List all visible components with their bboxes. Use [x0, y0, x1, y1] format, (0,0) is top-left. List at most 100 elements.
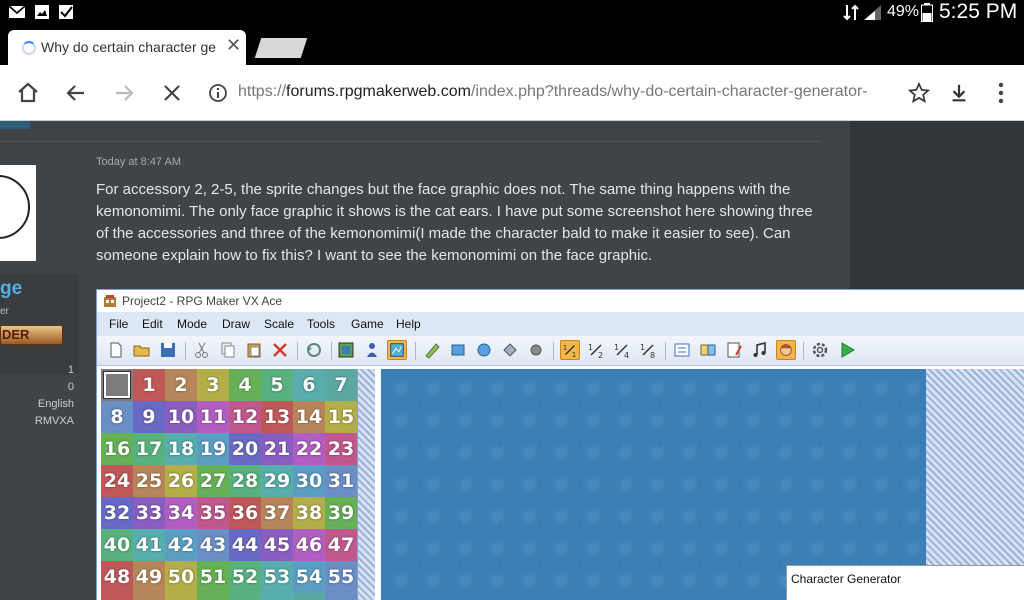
tile[interactable]: 50 — [165, 561, 197, 593]
tile[interactable]: 7 — [325, 369, 357, 401]
tile[interactable]: 41 — [133, 529, 165, 561]
tile[interactable]: 52 — [229, 561, 261, 593]
menu-dots-icon[interactable] — [990, 81, 1012, 105]
new-tab-button[interactable] — [254, 38, 308, 58]
tile[interactable]: 21 — [261, 433, 293, 465]
tile[interactable]: 47 — [325, 529, 357, 561]
fill-tool-icon[interactable] — [500, 340, 520, 360]
tile[interactable]: 33 — [133, 497, 165, 529]
tile[interactable]: 19 — [197, 433, 229, 465]
tile[interactable]: 48 — [101, 561, 133, 593]
tile[interactable]: 23 — [325, 433, 357, 465]
tile[interactable]: 13 — [261, 401, 293, 433]
tile[interactable]: 44 — [229, 529, 261, 561]
tile[interactable] — [101, 593, 133, 600]
tile[interactable]: 4 — [229, 369, 261, 401]
menu-help[interactable]: Help — [396, 317, 421, 331]
tile[interactable]: 10 — [165, 401, 197, 433]
tile[interactable]: 45 — [261, 529, 293, 561]
tile[interactable]: 32 — [101, 497, 133, 529]
tile[interactable] — [165, 593, 197, 600]
post-timestamp[interactable]: Today at 8:47 AM — [96, 156, 181, 168]
pencil-tool-icon[interactable] — [422, 340, 442, 360]
delete-icon[interactable] — [270, 340, 290, 360]
playtest-icon[interactable] — [837, 340, 857, 360]
address-bar[interactable]: https://forums.rpgmakerweb.com/index.php… — [198, 74, 978, 112]
tile[interactable]: 25 — [133, 465, 165, 497]
character-generator-icon[interactable] — [776, 340, 796, 360]
tile[interactable] — [229, 593, 261, 600]
tile[interactable]: 12 — [229, 401, 261, 433]
zoom-1-1-icon[interactable]: 11 — [560, 340, 580, 360]
tile[interactable]: 43 — [197, 529, 229, 561]
tile[interactable]: 27 — [197, 465, 229, 497]
tile[interactable]: 11 — [197, 401, 229, 433]
options-gear-icon[interactable] — [810, 340, 830, 360]
tileset-palette[interactable]: 1 2 3 4 5 6 7 8 9 10 11 12 13 14 15 16 17 18 19 20 21 22 23 24 2… — [101, 369, 357, 600]
rectangle-tool-icon[interactable] — [448, 340, 468, 360]
bookmark-star-icon[interactable] — [908, 82, 930, 104]
tile[interactable]: 51 — [197, 561, 229, 593]
tile[interactable]: 6 — [293, 369, 325, 401]
tile[interactable]: 5 — [261, 369, 293, 401]
copy-icon[interactable] — [218, 340, 238, 360]
ellipse-tool-icon[interactable] — [474, 340, 494, 360]
undo-icon[interactable] — [304, 340, 324, 360]
tile[interactable] — [325, 593, 357, 600]
tile[interactable]: 18 — [165, 433, 197, 465]
tile[interactable]: 22 — [293, 433, 325, 465]
tile[interactable]: 9 — [133, 401, 165, 433]
map-layer-icon[interactable] — [336, 340, 356, 360]
tile[interactable] — [261, 593, 293, 600]
new-project-icon[interactable] — [106, 340, 126, 360]
tile[interactable]: 29 — [261, 465, 293, 497]
resource-manager-icon[interactable] — [698, 340, 718, 360]
tile[interactable]: 24 — [101, 465, 133, 497]
paste-icon[interactable] — [244, 340, 264, 360]
tile[interactable]: 15 — [325, 401, 357, 433]
character-generator-window[interactable]: Character Generator — [786, 565, 1024, 600]
download-icon[interactable] — [948, 82, 970, 104]
zoom-1-2-icon[interactable]: 12 — [586, 340, 606, 360]
back-arrow-icon[interactable] — [62, 79, 90, 107]
tile[interactable]: 49 — [133, 561, 165, 593]
tile[interactable]: 36 — [229, 497, 261, 529]
tile[interactable]: 26 — [165, 465, 197, 497]
tile[interactable] — [197, 593, 229, 600]
tile[interactable]: 16 — [101, 433, 133, 465]
tile[interactable]: 42 — [165, 529, 197, 561]
database-icon[interactable] — [672, 340, 692, 360]
tile[interactable]: 1 — [133, 369, 165, 401]
cut-icon[interactable] — [192, 340, 212, 360]
close-tab-icon[interactable]: ✕ — [226, 35, 241, 56]
tile[interactable]: 54 — [293, 561, 325, 593]
avatar[interactable] — [0, 165, 36, 261]
tile[interactable]: 2 — [165, 369, 197, 401]
tile[interactable]: 31 — [325, 465, 357, 497]
menu-edit[interactable]: Edit — [142, 317, 163, 331]
tile[interactable]: 17 — [133, 433, 165, 465]
browser-tab[interactable]: Why do certain character ge ✕ — [8, 30, 246, 66]
stop-loading-icon[interactable] — [158, 79, 186, 107]
username[interactable]: ge — [0, 278, 22, 300]
menu-scale[interactable]: Scale — [264, 317, 294, 331]
menu-draw[interactable]: Draw — [222, 317, 250, 331]
zoom-1-4-icon[interactable]: 14 — [612, 340, 632, 360]
tile[interactable]: 3 — [197, 369, 229, 401]
info-icon[interactable] — [208, 83, 228, 103]
tile[interactable]: 46 — [293, 529, 325, 561]
home-icon[interactable] — [14, 79, 42, 107]
tile[interactable]: 40 — [101, 529, 133, 561]
tile[interactable] — [133, 593, 165, 600]
menu-game[interactable]: Game — [351, 317, 384, 331]
tile[interactable]: 35 — [197, 497, 229, 529]
tile[interactable]: 8 — [101, 401, 133, 433]
menu-tools[interactable]: Tools — [307, 317, 335, 331]
url-text[interactable]: https://forums.rpgmakerweb.com/index.php… — [238, 83, 900, 101]
sound-test-icon[interactable] — [750, 340, 770, 360]
menu-mode[interactable]: Mode — [177, 317, 207, 331]
forward-arrow-icon[interactable] — [110, 79, 138, 107]
tile[interactable]: 37 — [261, 497, 293, 529]
region-layer-icon[interactable] — [387, 340, 407, 360]
menu-file[interactable]: File — [109, 317, 128, 331]
